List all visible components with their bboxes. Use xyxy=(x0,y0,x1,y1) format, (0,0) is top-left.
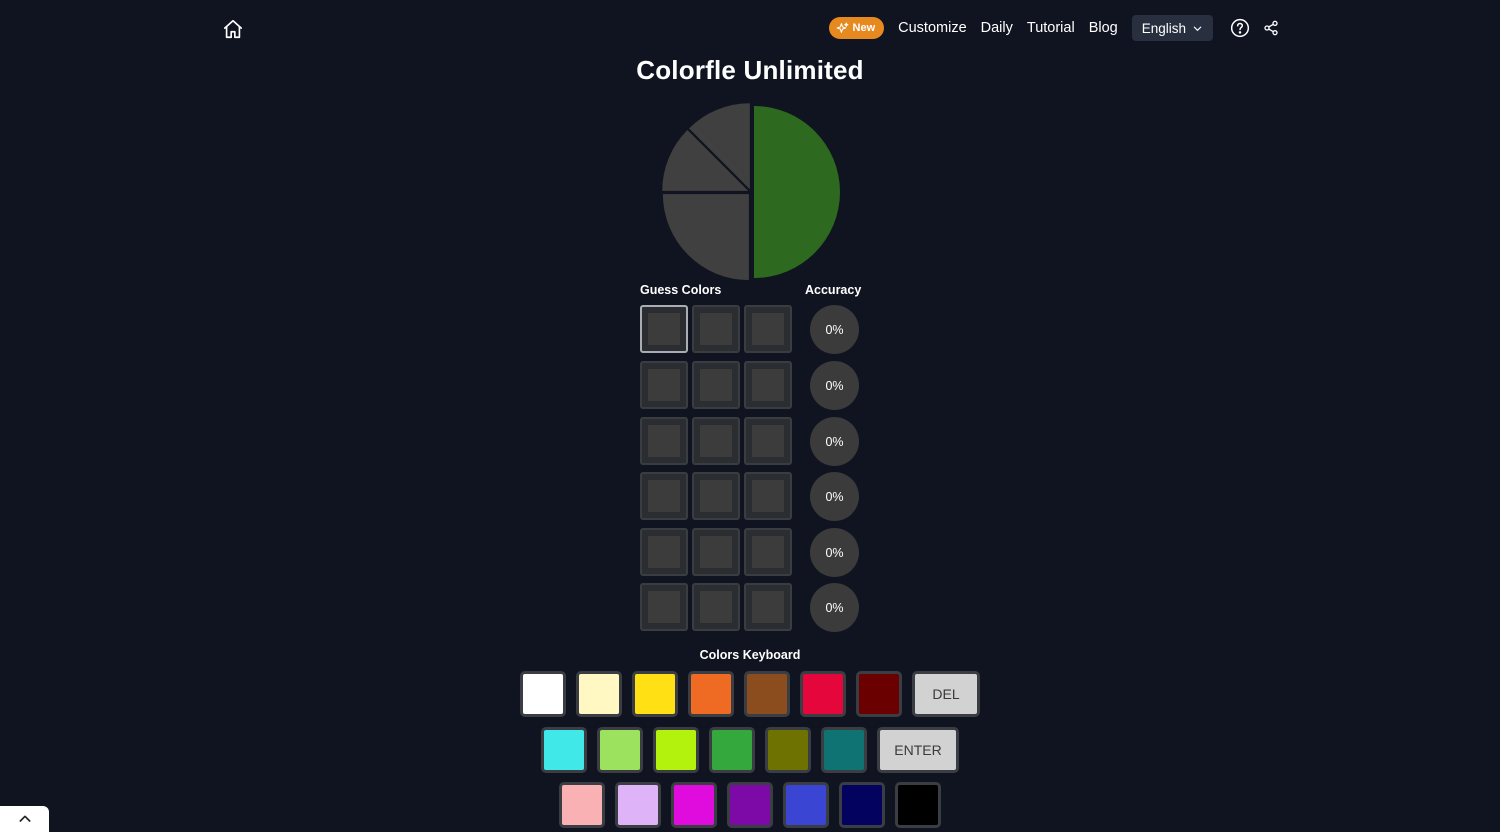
colorfle-page: New Customize Daily Tutorial Blog Englis… xyxy=(0,0,1500,832)
color-key-cyan[interactable] xyxy=(541,727,588,773)
sparkle-icon xyxy=(836,22,848,33)
color-key-navy[interactable] xyxy=(839,782,885,828)
color-key-purple[interactable] xyxy=(727,782,773,828)
color-key-green[interactable] xyxy=(709,727,756,773)
nav-link-blog[interactable]: Blog xyxy=(1089,20,1118,36)
nav-link-tutorial[interactable]: Tutorial xyxy=(1027,20,1075,36)
new-badge[interactable]: New xyxy=(828,17,885,39)
chevron-down-icon xyxy=(1193,26,1202,31)
color-key-black[interactable] xyxy=(895,782,941,828)
accuracy-badge: 0% xyxy=(810,305,859,354)
new-badge-label: New xyxy=(852,22,876,34)
target-color-pie xyxy=(662,103,840,281)
guess-colors-label: Guess Colors xyxy=(640,283,722,297)
home-icon xyxy=(223,19,243,39)
guess-cell[interactable] xyxy=(744,305,792,353)
color-key-lavender[interactable] xyxy=(615,782,661,828)
share-button[interactable] xyxy=(1260,17,1282,39)
guess-cell[interactable] xyxy=(640,305,688,353)
guess-cell[interactable] xyxy=(640,417,688,465)
pie-slice xyxy=(662,194,749,281)
color-key-maroon[interactable] xyxy=(856,671,902,717)
guess-row: 0% xyxy=(640,361,860,410)
color-key-pink[interactable] xyxy=(559,782,605,828)
accuracy-badge: 0% xyxy=(810,583,859,632)
guess-cell[interactable] xyxy=(692,528,740,576)
guess-cell[interactable] xyxy=(744,361,792,409)
guess-cell[interactable] xyxy=(692,417,740,465)
color-key-teal[interactable] xyxy=(821,727,868,773)
color-key-olive[interactable] xyxy=(765,727,812,773)
accuracy-badge: 0% xyxy=(810,417,859,466)
guess-row: 0% xyxy=(640,583,860,632)
color-key-magenta[interactable] xyxy=(671,782,717,828)
guess-cell[interactable] xyxy=(692,305,740,353)
accuracy-badge: 0% xyxy=(810,528,859,577)
guess-cell[interactable] xyxy=(640,583,688,631)
guess-cell[interactable] xyxy=(640,472,688,520)
guess-cell[interactable] xyxy=(692,361,740,409)
help-circle-icon xyxy=(1230,18,1250,38)
keyboard-row-3 xyxy=(0,782,1500,828)
top-nav: New Customize Daily Tutorial Blog Englis… xyxy=(828,14,1282,42)
color-key-brown[interactable] xyxy=(744,671,790,717)
enter-button[interactable]: ENTER xyxy=(877,727,959,773)
guess-cell[interactable] xyxy=(640,361,688,409)
guess-cell[interactable] xyxy=(744,583,792,631)
language-label: English xyxy=(1141,20,1186,36)
pie-slice xyxy=(754,106,840,278)
accuracy-badge: 0% xyxy=(810,361,859,410)
help-button[interactable] xyxy=(1229,17,1251,39)
guess-cell[interactable] xyxy=(692,472,740,520)
scroll-to-top-button[interactable] xyxy=(0,806,49,832)
color-key-lime[interactable] xyxy=(653,727,700,773)
color-key-blue[interactable] xyxy=(783,782,829,828)
page-title: Colorfle Unlimited xyxy=(636,55,864,85)
colors-keyboard-label: Colors Keyboard xyxy=(699,648,801,662)
keyboard-row-2: ENTER xyxy=(0,727,1500,773)
guess-row: 0% xyxy=(640,528,860,577)
guess-cell[interactable] xyxy=(692,583,740,631)
accuracy-label: Accuracy xyxy=(805,283,862,297)
guess-cell[interactable] xyxy=(744,528,792,576)
share-icon xyxy=(1264,20,1278,36)
delete-button[interactable]: DEL xyxy=(912,671,980,717)
guess-row: 0% xyxy=(640,417,860,466)
guess-cell[interactable] xyxy=(744,417,792,465)
color-key-cream[interactable] xyxy=(576,671,622,717)
chevron-up-icon xyxy=(19,815,30,822)
accuracy-badge: 0% xyxy=(810,472,859,521)
color-key-orange[interactable] xyxy=(688,671,734,717)
language-selector[interactable]: English xyxy=(1131,15,1213,41)
color-key-light-green[interactable] xyxy=(597,727,644,773)
home-button[interactable] xyxy=(220,16,246,42)
keyboard-row-1: DEL xyxy=(0,671,1500,717)
color-key-red[interactable] xyxy=(800,671,846,717)
nav-link-customize[interactable]: Customize xyxy=(898,20,967,36)
guess-cell[interactable] xyxy=(744,472,792,520)
nav-link-daily[interactable]: Daily xyxy=(981,20,1013,36)
guess-cell[interactable] xyxy=(640,528,688,576)
guess-row: 0% xyxy=(640,472,860,521)
guess-row: 0% xyxy=(640,305,860,354)
color-key-white[interactable] xyxy=(520,671,566,717)
color-key-yellow[interactable] xyxy=(632,671,678,717)
